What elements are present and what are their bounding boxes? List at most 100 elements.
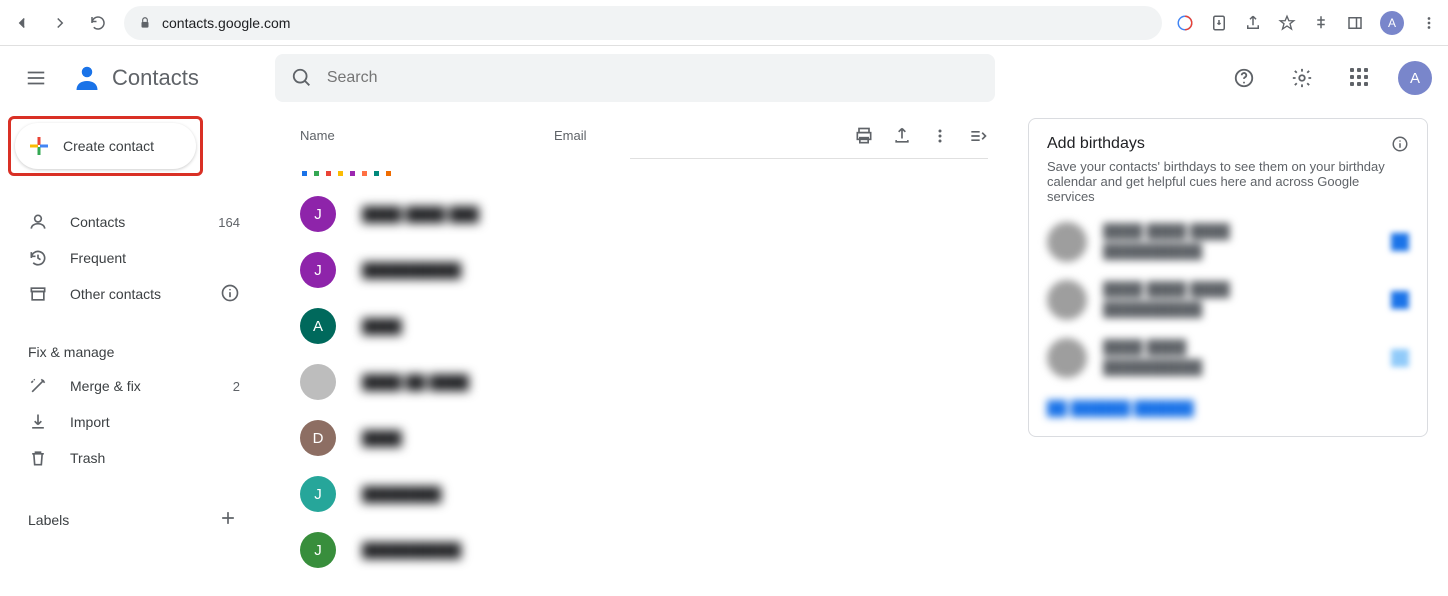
- birthday-avatar: [1047, 222, 1087, 262]
- collapse-panel-icon[interactable]: [968, 126, 988, 146]
- contacts-list: J ████ ████ ███ J ██████████ A ████ ████ ██ ██…: [300, 186, 988, 578]
- table-header: Name Email: [300, 114, 988, 158]
- extensions-icon[interactable]: [1312, 14, 1330, 32]
- search-icon: [291, 67, 313, 89]
- card-description: Save your contacts' birthdays to see the…: [1047, 159, 1391, 204]
- contact-avatar: J: [300, 476, 336, 512]
- column-email: Email: [554, 128, 854, 143]
- contact-name: ██████████: [362, 542, 461, 558]
- labels-title: Labels: [28, 512, 69, 528]
- contact-name: ████ ██ ████: [362, 374, 469, 390]
- birthday-row[interactable]: ████ ████ ██████████████: [1047, 222, 1409, 262]
- content-area: Create contact Contacts 164 Frequent Oth…: [0, 110, 1448, 596]
- sidebar-item-contacts[interactable]: Contacts 164: [6, 204, 260, 240]
- sidebar-other-label: Other contacts: [70, 286, 161, 302]
- birthday-text: ████ ██████████████: [1103, 338, 1375, 377]
- app-title: Contacts: [112, 65, 199, 91]
- contact-avatar: J: [300, 252, 336, 288]
- download-icon: [28, 412, 48, 432]
- sidebar-item-frequent[interactable]: Frequent: [6, 240, 260, 276]
- create-contact-label: Create contact: [63, 138, 154, 154]
- sidebar-item-import[interactable]: Import: [6, 404, 260, 440]
- birthday-action-icon[interactable]: [1391, 349, 1409, 367]
- address-bar[interactable]: contacts.google.com: [124, 6, 1162, 40]
- google-apps-button[interactable]: [1340, 58, 1380, 98]
- print-icon[interactable]: [854, 126, 874, 146]
- contact-row[interactable]: A ████: [300, 298, 988, 354]
- birthday-text: ████ ████ ██████████████: [1103, 222, 1375, 261]
- labels-section: Labels: [6, 500, 260, 539]
- contact-name: ████████: [362, 486, 441, 502]
- archive-icon: [28, 284, 48, 304]
- search-input[interactable]: [327, 69, 979, 87]
- back-button[interactable]: [10, 11, 34, 35]
- more-icon[interactable]: [930, 126, 950, 146]
- card-more-link[interactable]: ██ ██████ ██████: [1047, 400, 1194, 416]
- contact-row[interactable]: J ████████: [300, 466, 988, 522]
- contact-name: ████ ████ ███: [362, 206, 479, 222]
- wand-icon: [28, 376, 48, 396]
- birthdays-card: Add birthdays Save your contacts' birthd…: [1028, 118, 1428, 437]
- contact-name: ████: [362, 318, 402, 334]
- sidebar-trash-label: Trash: [70, 450, 105, 466]
- browser-profile-avatar[interactable]: A: [1380, 11, 1404, 35]
- url-text: contacts.google.com: [162, 15, 290, 31]
- trash-icon: [28, 448, 48, 468]
- birthday-avatar: [1047, 338, 1087, 378]
- sidebar-contacts-label: Contacts: [70, 214, 125, 230]
- sidebar-item-merge[interactable]: Merge & fix 2: [6, 368, 260, 404]
- sidebar-merge-count: 2: [233, 379, 240, 394]
- person-icon: [28, 212, 48, 232]
- contact-row[interactable]: J ██████████: [300, 522, 988, 578]
- add-label-button[interactable]: [218, 508, 238, 531]
- sidepanel-icon[interactable]: [1346, 14, 1364, 32]
- browser-menu-icon[interactable]: [1420, 14, 1438, 32]
- share-icon[interactable]: [1244, 14, 1262, 32]
- star-icon[interactable]: [1278, 14, 1296, 32]
- plus-multicolor-icon: [27, 134, 51, 158]
- main-area: Name Email J ████ ████ ███ J ██████████ A ███…: [260, 110, 1448, 596]
- history-icon: [28, 248, 48, 268]
- contact-name: ██████████: [362, 262, 461, 278]
- main-menu-button[interactable]: [16, 58, 56, 98]
- birthday-row[interactable]: ████ ████ ██████████████: [1047, 280, 1409, 320]
- sidebar: Create contact Contacts 164 Frequent Oth…: [0, 110, 260, 596]
- sidebar-import-label: Import: [70, 414, 110, 430]
- contact-row[interactable]: ████ ██ ████: [300, 354, 988, 410]
- birthday-avatar: [1047, 280, 1087, 320]
- contact-avatar: D: [300, 420, 336, 456]
- account-avatar[interactable]: A: [1398, 61, 1432, 95]
- search-bar[interactable]: [275, 54, 995, 102]
- contact-avatar: J: [300, 196, 336, 232]
- card-title: Add birthdays: [1047, 135, 1391, 153]
- other-contacts-info[interactable]: [220, 283, 240, 306]
- help-button[interactable]: [1224, 58, 1264, 98]
- google-services-icon[interactable]: [1176, 14, 1194, 32]
- sidebar-merge-label: Merge & fix: [70, 378, 141, 394]
- card-info-button[interactable]: [1391, 135, 1409, 156]
- reload-button[interactable]: [86, 11, 110, 35]
- create-contact-button[interactable]: Create contact: [15, 123, 196, 169]
- contact-avatar: [300, 364, 336, 400]
- install-icon[interactable]: [1210, 14, 1228, 32]
- export-icon[interactable]: [892, 126, 912, 146]
- contact-row[interactable]: D ████: [300, 410, 988, 466]
- alpha-indicator: [300, 159, 988, 186]
- sidebar-item-other[interactable]: Other contacts: [6, 276, 260, 312]
- app-logo[interactable]: Contacts: [72, 63, 199, 93]
- contacts-logo-icon: [72, 63, 102, 93]
- contact-name: ████: [362, 430, 402, 446]
- lock-icon: [138, 16, 152, 30]
- contact-row[interactable]: J ████ ████ ███: [300, 186, 988, 242]
- contact-avatar: A: [300, 308, 336, 344]
- birthday-action-icon[interactable]: [1391, 291, 1409, 309]
- forward-button[interactable]: [48, 11, 72, 35]
- column-name: Name: [300, 128, 554, 143]
- contact-avatar: J: [300, 532, 336, 568]
- birthday-text: ████ ████ ██████████████: [1103, 280, 1375, 319]
- contact-row[interactable]: J ██████████: [300, 242, 988, 298]
- sidebar-item-trash[interactable]: Trash: [6, 440, 260, 476]
- birthday-action-icon[interactable]: [1391, 233, 1409, 251]
- birthday-row[interactable]: ████ ██████████████: [1047, 338, 1409, 378]
- settings-button[interactable]: [1282, 58, 1322, 98]
